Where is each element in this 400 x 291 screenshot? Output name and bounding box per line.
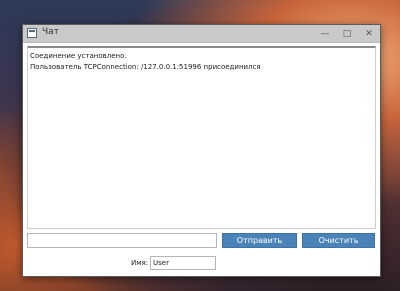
clear-button[interactable]: Очистить xyxy=(302,233,375,248)
chat-log[interactable]: Соединение установлено. Пользователь TCP… xyxy=(27,46,376,229)
chat-window: Чат — □ ✕ Соединение установлено. Пользо… xyxy=(22,24,381,277)
chat-line: Пользователь TCPConnection: /127.0.0.1:5… xyxy=(30,63,261,71)
close-icon[interactable]: ✕ xyxy=(358,25,380,42)
chat-line: Соединение установлено. xyxy=(30,52,127,60)
window-title: Чат xyxy=(42,27,59,37)
send-button[interactable]: Отправить xyxy=(222,233,297,248)
maximize-icon[interactable]: □ xyxy=(336,25,358,42)
name-field[interactable]: User xyxy=(150,256,216,270)
title-bar[interactable]: Чат — □ ✕ xyxy=(23,25,380,43)
minimize-icon[interactable]: — xyxy=(314,25,336,42)
name-label: Имя: xyxy=(131,259,149,267)
message-input[interactable] xyxy=(27,233,217,248)
chat-app-icon xyxy=(27,28,37,38)
